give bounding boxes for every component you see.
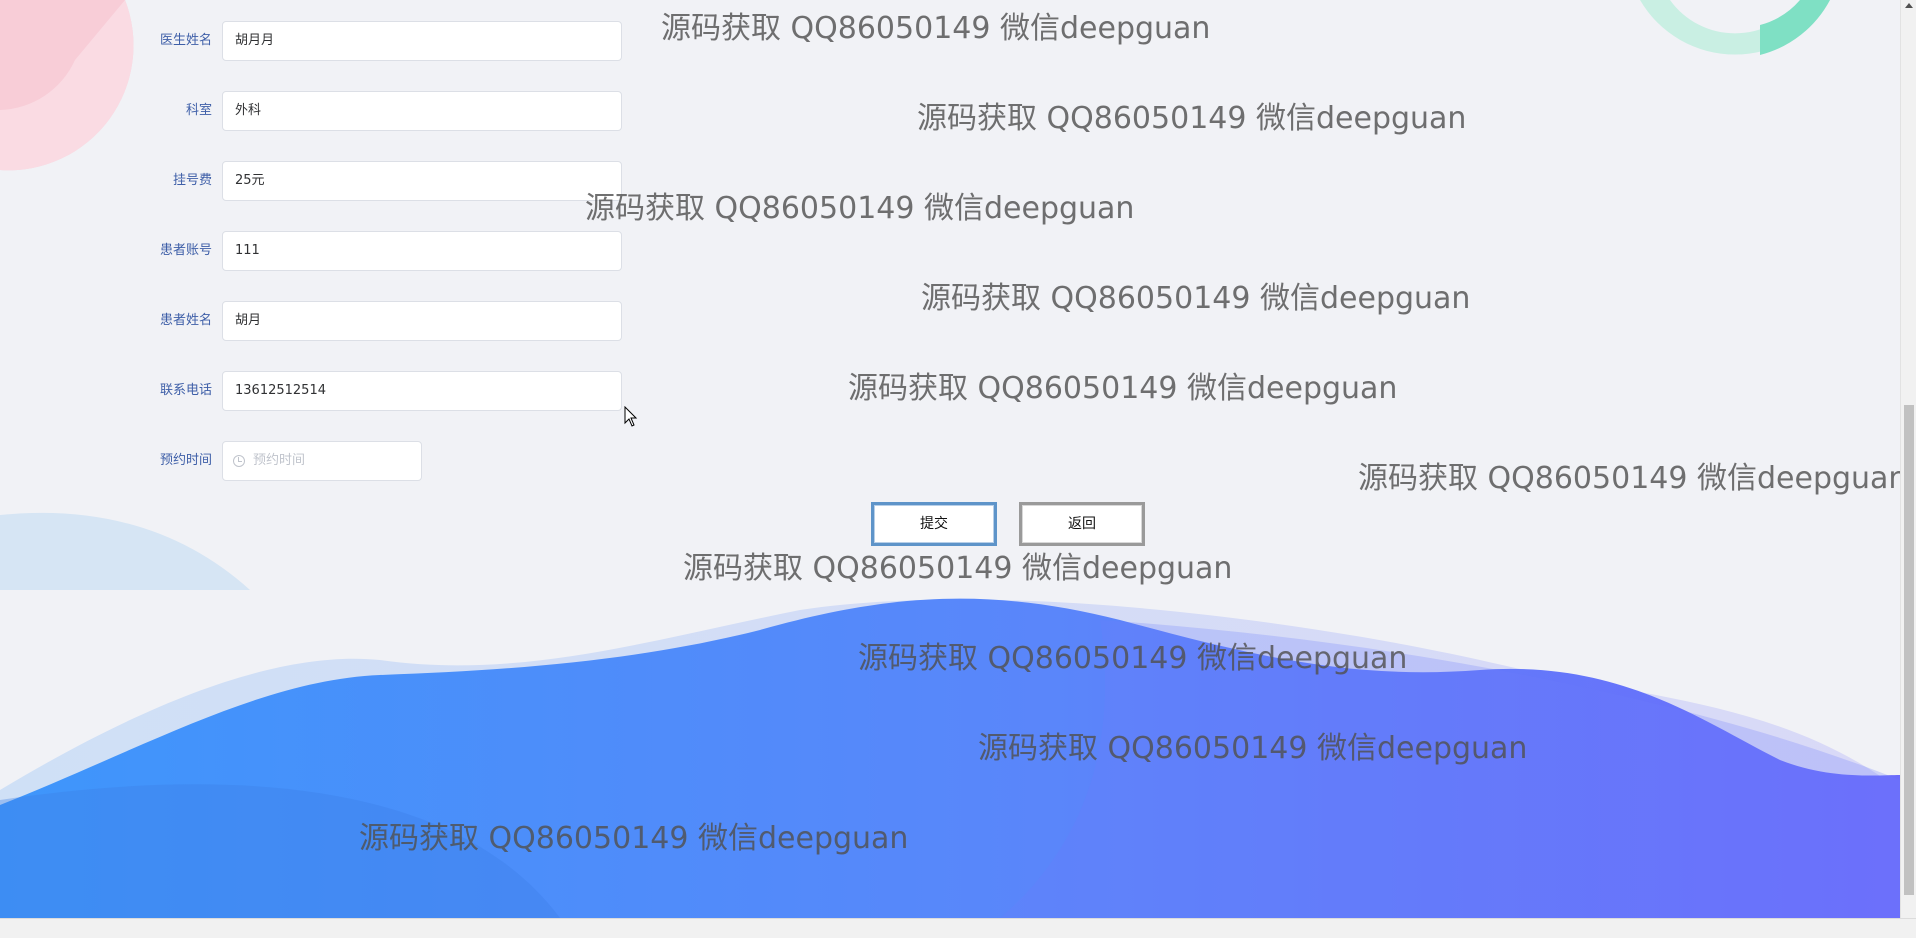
phone-input[interactable]: 13612512514 [222, 371, 622, 411]
scrollbar-thumb[interactable] [1904, 405, 1914, 895]
mouse-cursor-icon [624, 406, 638, 427]
scroll-up-icon[interactable] [1905, 3, 1913, 8]
doctor-name-input[interactable]: 胡月月 [222, 21, 622, 61]
back-button[interactable]: 返回 [1019, 502, 1145, 546]
department-label: 科室 [185, 103, 212, 118]
bottom-bar [0, 918, 1916, 938]
doctor-name-label: 医生姓名 [159, 33, 212, 48]
registration-fee-label: 挂号费 [172, 173, 212, 188]
clock-icon [233, 455, 245, 467]
patient-name-input[interactable]: 胡月 [222, 301, 622, 341]
appointment-time-input[interactable]: 预约时间 [222, 441, 422, 481]
department-input[interactable]: 外科 [222, 91, 622, 131]
patient-name-label: 患者姓名 [159, 313, 212, 328]
patient-account-label: 患者账号 [159, 243, 212, 258]
phone-label: 联系电话 [159, 383, 212, 398]
page: 医生姓名 胡月月 科室 外科 挂号费 25元 患者账号 111 患者姓名 胡月 … [0, 0, 1900, 918]
submit-button[interactable]: 提交 [871, 502, 997, 546]
appointment-time-label: 预约时间 [159, 453, 212, 468]
patient-account-input[interactable]: 111 [222, 231, 622, 271]
vertical-scrollbar[interactable] [1900, 0, 1916, 918]
registration-fee-input[interactable]: 25元 [222, 161, 622, 201]
